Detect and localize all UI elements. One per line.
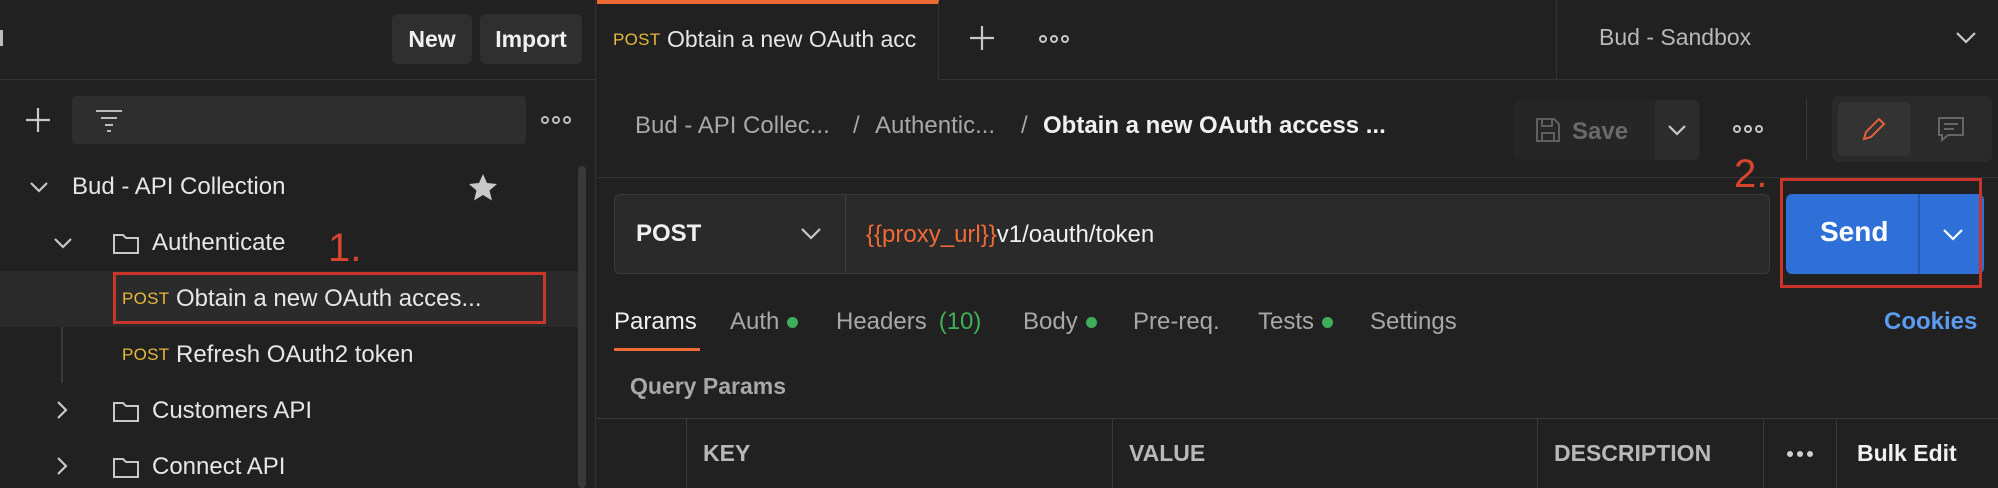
collection-name: Bud - API Collection <box>72 173 286 200</box>
save-label: Save <box>1572 118 1629 145</box>
annotation-label-2: 2. <box>1734 152 1768 196</box>
status-dot <box>1322 316 1334 328</box>
tab-title: Obtain a new OAuth acc <box>667 26 917 52</box>
save-options-button[interactable] <box>1655 100 1699 160</box>
sidebar-scrollbar[interactable] <box>578 166 586 488</box>
more-icon <box>1787 450 1813 457</box>
filter-icon[interactable] <box>94 106 124 134</box>
folder-row-customers[interactable]: Customers API <box>0 383 578 439</box>
url-input[interactable]: {{proxy_url}} v1/oauth/token <box>866 220 1154 250</box>
chevron-down-icon <box>1668 125 1686 136</box>
breadcrumb-folder[interactable]: Authentic... <box>875 112 995 140</box>
star-icon[interactable] <box>468 173 498 201</box>
sidebar-header: New Import <box>0 0 596 80</box>
column-options[interactable] <box>1764 418 1837 488</box>
tab-tests-label: Tests <box>1258 308 1315 335</box>
status-dot <box>1085 316 1097 328</box>
request-more-icon[interactable] <box>1732 118 1764 140</box>
request-row-refresh-token[interactable]: POST Refresh OAuth2 token <box>0 327 578 383</box>
tab-prereq[interactable]: Pre-req. <box>1133 308 1220 336</box>
query-params-title: Query Params <box>630 373 786 399</box>
tab-body[interactable]: Body <box>1023 308 1097 336</box>
chevron-down-icon[interactable] <box>52 233 74 253</box>
headers-count: (10) <box>938 308 982 335</box>
method-badge: POST <box>122 345 170 364</box>
annotation-box-2 <box>1780 178 1982 288</box>
sidebar: New Import Bud - API Collection Authenti… <box>0 0 596 488</box>
cookies-link[interactable]: Cookies <box>1884 308 1977 336</box>
tab-tests[interactable]: Tests <box>1258 308 1334 336</box>
folder-row-connect[interactable]: Connect API <box>0 439 578 488</box>
breadcrumb: Bud - API Collec... / Authentic... / Obt… <box>597 80 1998 178</box>
params-table-header: KEY VALUE DESCRIPTION Bulk Edit <box>597 418 1998 488</box>
tab-settings[interactable]: Settings <box>1370 308 1457 336</box>
request-tabs: Params Auth Headers (10) Body Pre-req. T… <box>614 294 1984 354</box>
tab-method: POST <box>613 30 661 49</box>
folder-name: Customers API <box>152 397 313 424</box>
chevron-down-icon[interactable] <box>28 177 50 197</box>
add-icon[interactable] <box>22 104 54 136</box>
toolbar-divider <box>1806 98 1807 160</box>
import-button[interactable]: Import <box>480 14 582 64</box>
active-tab-indicator <box>614 348 700 351</box>
tab-params[interactable]: Params <box>614 308 697 336</box>
breadcrumb-separator: / <box>1021 112 1028 139</box>
save-icon <box>1536 118 1560 142</box>
annotation-box-1 <box>113 272 546 324</box>
tabs-more-icon[interactable] <box>1038 28 1070 50</box>
folder-name: Connect API <box>152 453 286 480</box>
environment-selector[interactable]: Bud - Sandbox <box>1556 0 1998 80</box>
sidebar-edge-mark <box>0 30 3 46</box>
collection-row[interactable]: Bud - API Collection <box>0 159 578 215</box>
bulk-edit-button[interactable]: Bulk Edit <box>1837 419 1997 488</box>
method-select[interactable]: POST <box>614 194 846 274</box>
url-path: v1/oauth/token <box>996 221 1155 248</box>
new-tab-icon[interactable] <box>968 24 996 52</box>
request-name: Refresh OAuth2 token <box>176 341 414 368</box>
new-button[interactable]: New <box>392 14 472 64</box>
column-value: VALUE <box>1113 418 1538 488</box>
breadcrumb-request: Obtain a new OAuth access ... <box>1043 112 1386 139</box>
checkbox-column <box>597 418 687 488</box>
folder-icon <box>113 402 139 422</box>
status-dot <box>787 316 799 328</box>
tab-body-label: Body <box>1023 308 1078 335</box>
search-input[interactable] <box>72 96 526 144</box>
tab-headers[interactable]: Headers (10) <box>836 308 981 336</box>
folder-row-authenticate[interactable]: Authenticate <box>0 215 578 271</box>
pencil-icon <box>1862 117 1886 141</box>
annotation-label-1: 1. <box>328 226 362 270</box>
chevron-right-icon[interactable] <box>54 455 70 477</box>
folder-icon <box>113 458 139 478</box>
column-description: DESCRIPTION <box>1538 418 1764 488</box>
tab-auth-label: Auth <box>730 308 780 335</box>
chevron-down-icon <box>1956 32 1976 44</box>
chevron-down-icon <box>801 228 821 240</box>
more-icon[interactable] <box>540 108 572 132</box>
tab-request[interactable]: POST Obtain a new OAuth acc <box>597 0 939 80</box>
breadcrumb-collection[interactable]: Bud - API Collec... <box>635 112 830 140</box>
comment-mode-button[interactable] <box>1916 102 1986 156</box>
method-value: POST <box>636 220 702 247</box>
tab-headers-label: Headers <box>836 308 927 335</box>
environment-name: Bud - Sandbox <box>1599 24 1752 50</box>
comment-icon <box>1938 117 1964 143</box>
view-mode-toggle <box>1832 96 1992 162</box>
folder-icon <box>113 234 139 254</box>
chevron-right-icon[interactable] <box>54 399 70 421</box>
url-variable: {{proxy_url}} <box>866 221 997 248</box>
tab-auth[interactable]: Auth <box>730 308 799 336</box>
column-key: KEY <box>687 418 1113 488</box>
breadcrumb-separator: / <box>853 112 860 139</box>
edit-mode-button[interactable] <box>1838 102 1910 156</box>
folder-name: Authenticate <box>152 229 286 256</box>
